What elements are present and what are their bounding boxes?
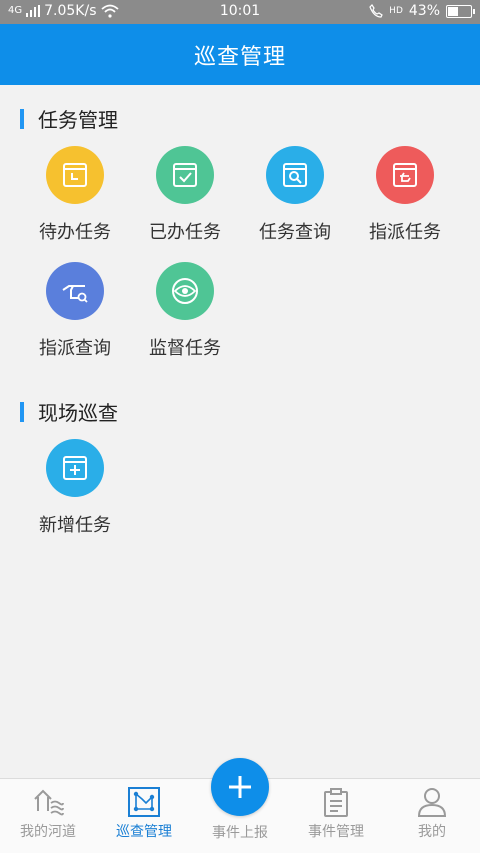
status-bar: 4G 7.05K/s 10:01 HD 43% xyxy=(0,0,480,24)
tile-label: 待办任务 xyxy=(39,222,111,243)
hand-search-icon xyxy=(46,262,104,320)
eye-icon xyxy=(156,262,214,320)
battery-icon xyxy=(446,4,475,18)
tile-label: 新增任务 xyxy=(39,515,111,536)
section-accent-bar xyxy=(20,108,24,129)
tile-assign-task[interactable]: 指派任务 xyxy=(350,146,460,244)
nav-item-event-management[interactable]: 事件管理 xyxy=(288,787,384,841)
nav-item-me[interactable]: 我的 xyxy=(384,787,480,841)
tile-pending-tasks[interactable]: 待办任务 xyxy=(20,146,130,244)
nav-label: 我的 xyxy=(418,824,446,840)
nav-label: 巡查管理 xyxy=(116,824,172,840)
user-icon xyxy=(417,788,447,817)
calendar-search-icon xyxy=(266,146,324,204)
nav-label: 事件管理 xyxy=(308,824,364,840)
plus-icon xyxy=(229,776,251,798)
battery-level: 43% xyxy=(408,3,440,19)
tile-label: 已办任务 xyxy=(149,222,221,243)
nav-label: 事件上报 xyxy=(212,825,268,841)
report-event-button[interactable] xyxy=(211,758,269,816)
clipboard-icon xyxy=(324,788,348,817)
calendar-check-icon xyxy=(156,146,214,204)
river-icon xyxy=(34,789,64,816)
nav-item-patrol-management[interactable]: 巡查管理 xyxy=(96,787,192,841)
tile-label: 指派查询 xyxy=(39,338,111,359)
nav-label: 我的河道 xyxy=(20,824,76,840)
nav-item-my-river[interactable]: 我的河道 xyxy=(0,787,96,841)
tile-new-task[interactable]: 新增任务 xyxy=(20,439,130,537)
section-title: 任务管理 xyxy=(38,108,118,132)
page-title: 巡查管理 xyxy=(193,44,286,70)
patrol-icon xyxy=(128,787,160,817)
tile-task-query[interactable]: 任务查询 xyxy=(240,146,350,244)
tile-label: 任务查询 xyxy=(259,222,331,243)
tile-label: 指派任务 xyxy=(369,222,441,243)
calendar-clock-icon xyxy=(46,146,104,204)
tile-assign-query[interactable]: 指派查询 xyxy=(20,262,130,360)
tile-supervise-task[interactable]: 监督任务 xyxy=(130,262,240,360)
section-header-task-management: 任务管理 xyxy=(20,104,118,133)
section-header-field-patrol: 现场巡查 xyxy=(20,397,118,426)
section-accent-bar xyxy=(20,401,24,422)
app-bar: 巡查管理 xyxy=(0,24,480,85)
tile-label: 监督任务 xyxy=(149,338,221,359)
calendar-plus-icon xyxy=(46,439,104,497)
tile-completed-tasks[interactable]: 已办任务 xyxy=(130,146,240,244)
section-title: 现场巡查 xyxy=(38,401,118,425)
phone-icon xyxy=(369,4,383,18)
assign-hand-icon xyxy=(376,146,434,204)
hd-badge: HD xyxy=(389,6,403,16)
